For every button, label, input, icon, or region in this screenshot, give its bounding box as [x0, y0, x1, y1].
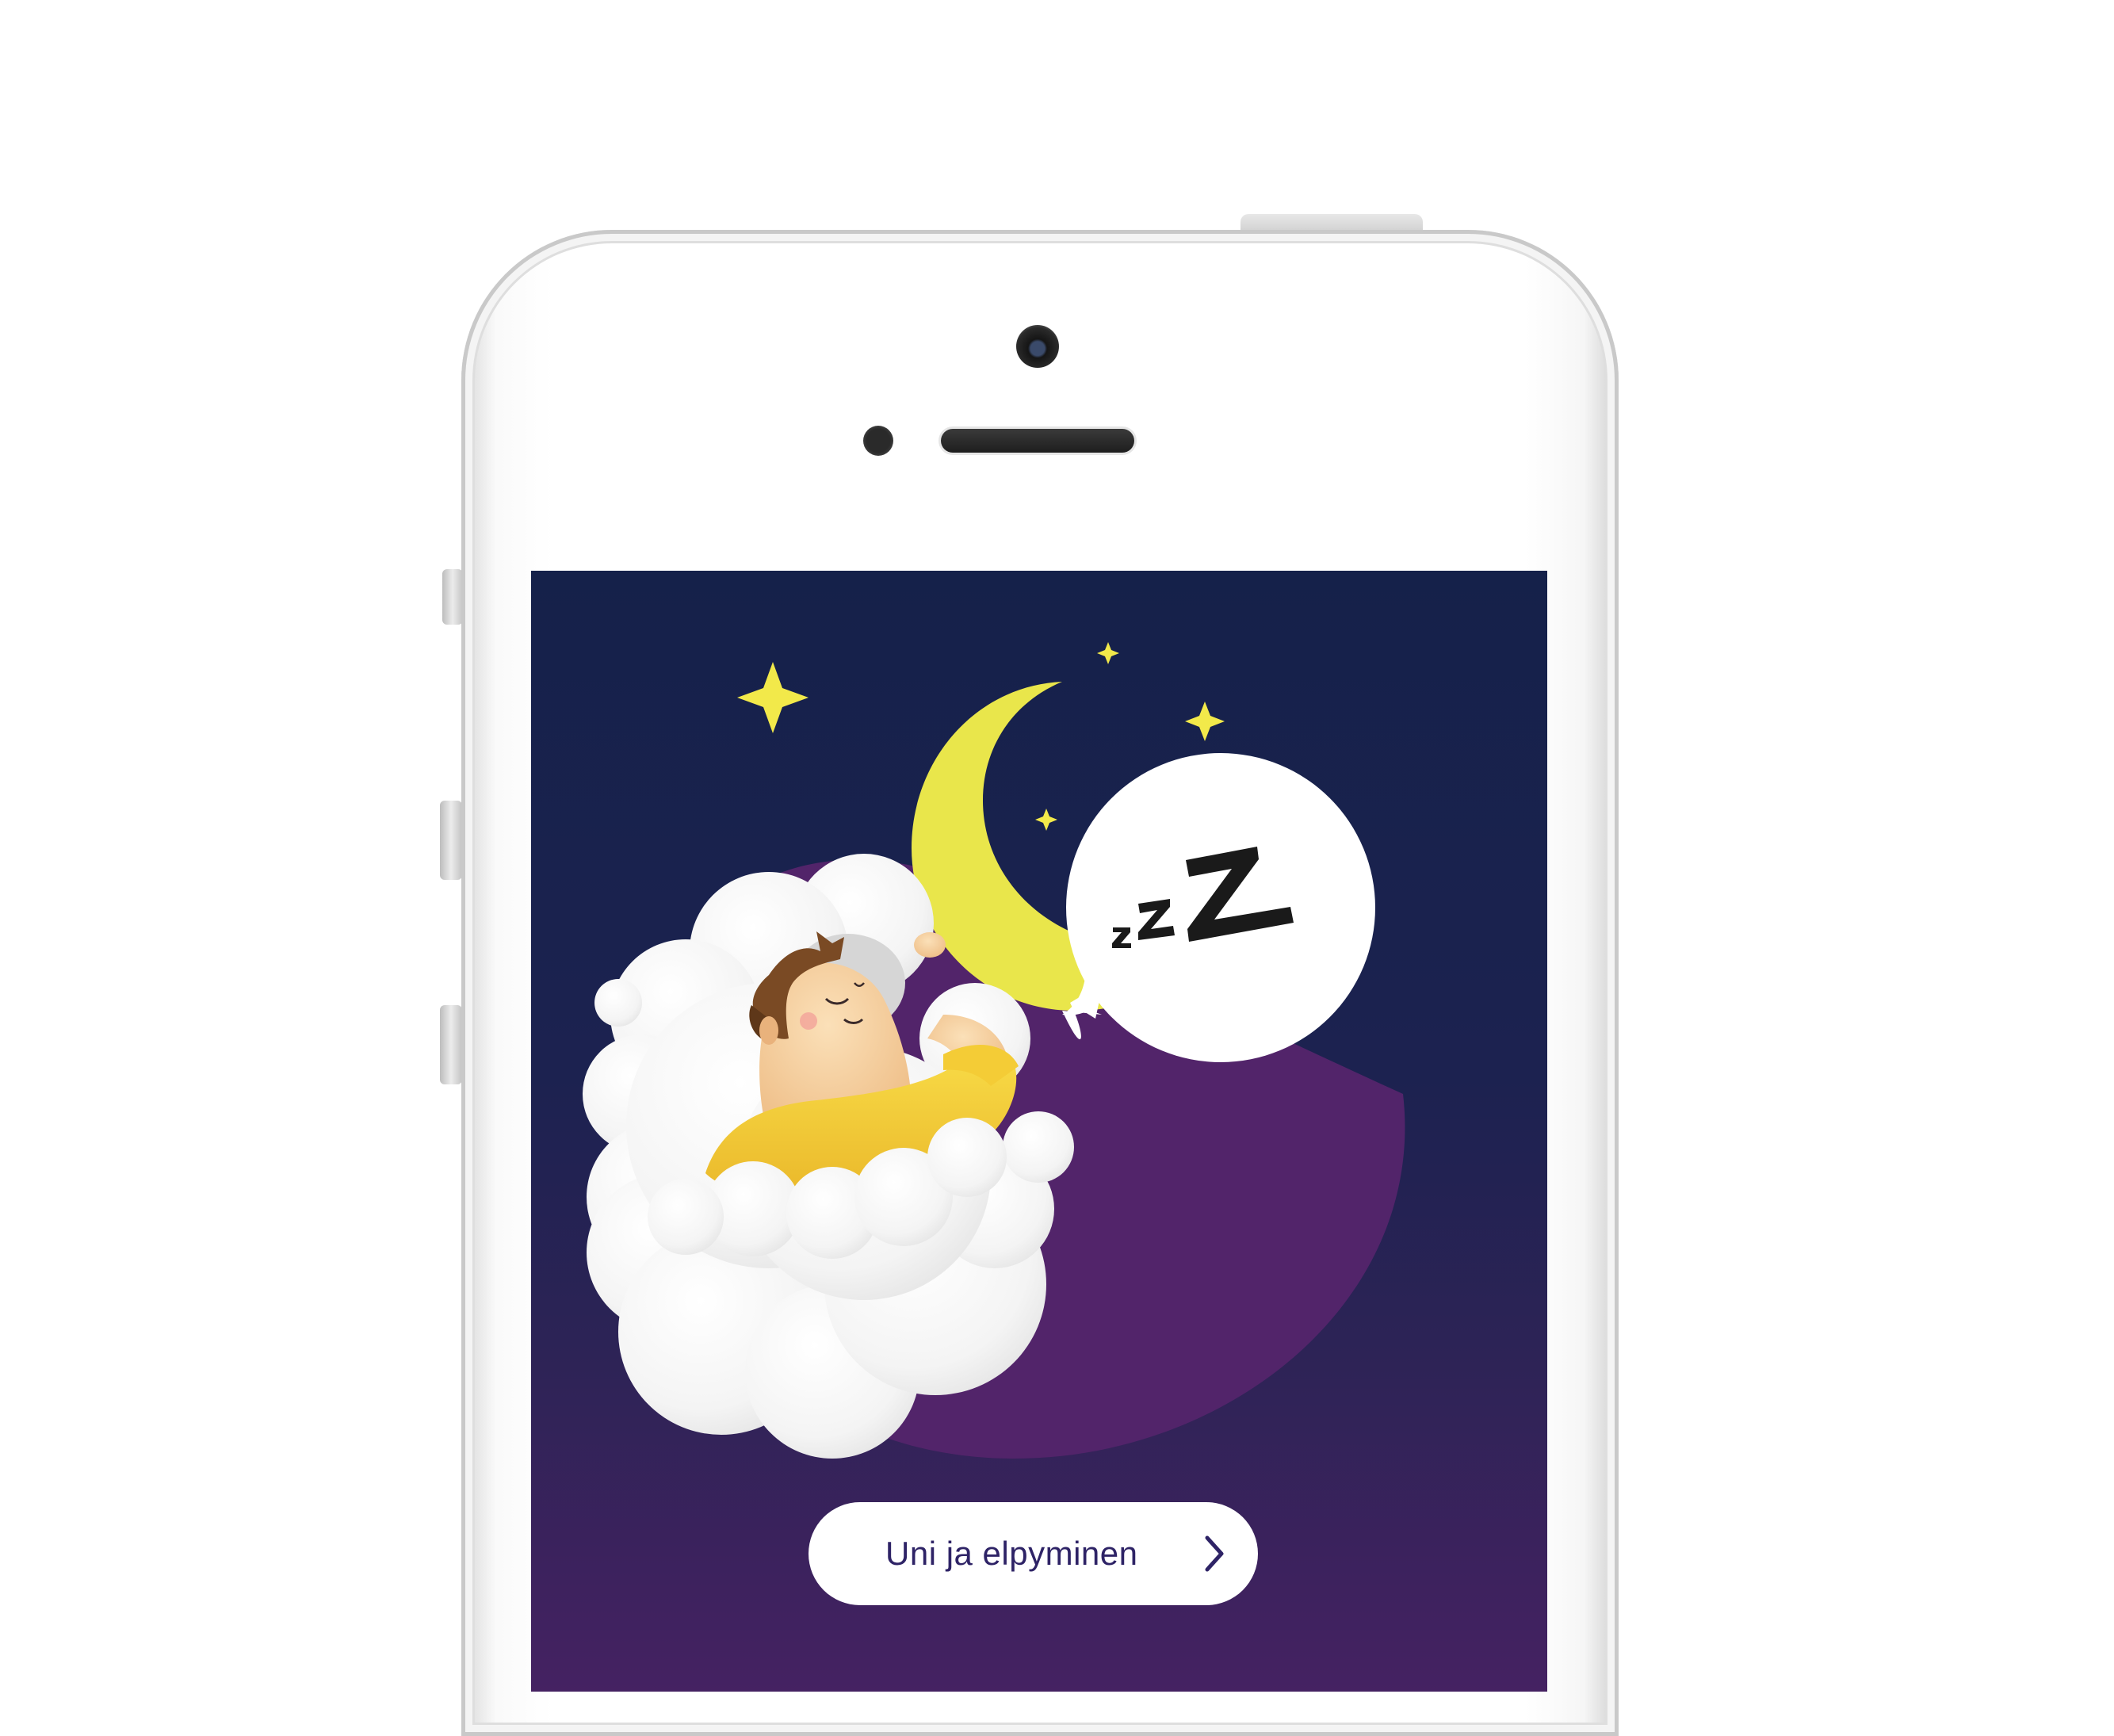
- front-camera: [1016, 325, 1059, 368]
- app-screen: Uni ja elpyminen: [531, 571, 1547, 1692]
- sleep-recovery-button[interactable]: Uni ja elpyminen: [809, 1502, 1258, 1605]
- proximity-sensor: [863, 426, 893, 456]
- chevron-right-icon: [1205, 1535, 1224, 1572]
- mute-switch: [442, 569, 463, 625]
- sleep-recovery-button-label: Uni ja elpyminen: [885, 1535, 1138, 1572]
- earpiece-speaker: [941, 429, 1134, 453]
- volume-up-button: [440, 801, 462, 880]
- volume-down-button: [440, 1005, 462, 1084]
- sleeping-person-on-cloud-with-moon-icon: [583, 642, 1405, 1459]
